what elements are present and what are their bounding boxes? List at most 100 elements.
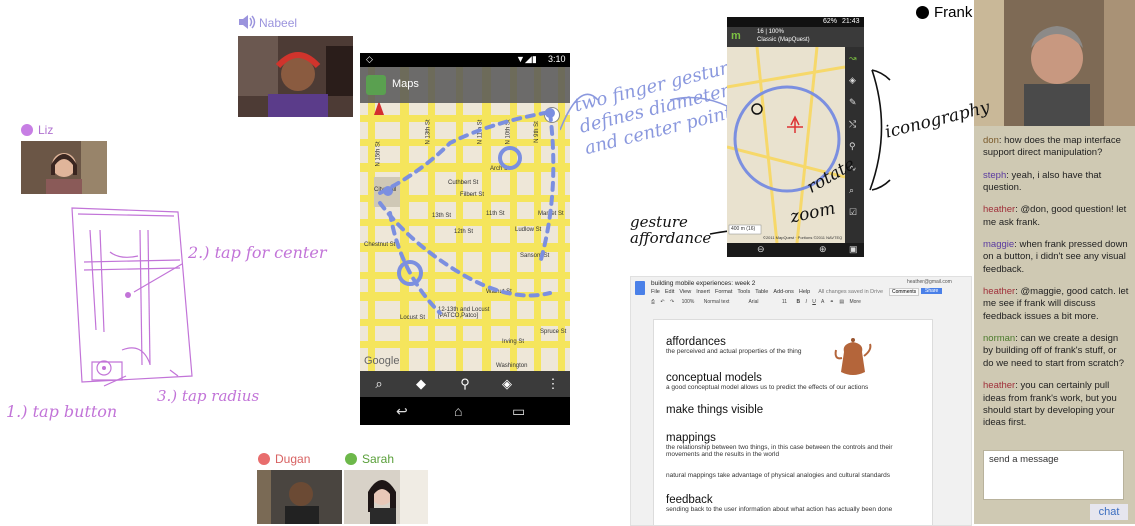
menu-file[interactable]: File [651,289,660,295]
style-select[interactable]: Normal text [704,299,730,305]
doc-page[interactable]: affordances the perceived and actual pro… [653,319,933,525]
sketch-tap-radius: 3.) tap radius [157,387,260,405]
font-select[interactable]: Arial [748,299,758,305]
sarah-status-dot [345,453,357,465]
section-feedback: feedback sending back to the user inform… [666,494,920,513]
comment-icon[interactable]: ▤ [839,299,844,305]
sketch-tap-button: 1.) tap button [6,402,118,421]
section-heading: affordances [666,336,726,348]
print-icon[interactable]: ⎙ [651,299,655,305]
directions-icon[interactable]: ◆ [412,375,430,393]
video-liz[interactable] [21,141,107,194]
route-icon[interactable]: ↝ [849,53,857,64]
home-icon[interactable]: ⌂ [454,403,462,419]
overflow-menu-icon[interactable]: ⋮ [544,375,562,393]
lock-icon[interactable]: ▣ [849,244,858,255]
video-nabeel[interactable] [238,36,353,117]
pencil-icon[interactable]: ✎ [849,97,857,108]
section-body: sending back to the user information abo… [666,506,893,513]
mapquest-status-bar: 62% 21:43 [727,17,864,27]
layers-icon[interactable]: ◈ [498,375,516,393]
chat-send-button[interactable]: chat [1090,504,1128,520]
menu-insert[interactable]: Insert [696,289,710,295]
section-heading: mappings [666,432,716,444]
chat-message: heather: @maggie, good catch. let me see… [983,286,1129,322]
save-status: All changes saved in Drive [818,289,883,295]
place-icon[interactable]: ⚲ [456,375,474,393]
video-frank[interactable] [974,0,1135,126]
speaker-icon [238,15,256,29]
section-natural-mappings: natural mappings take advantage of physi… [666,472,920,479]
section-heading: feedback [666,494,713,506]
back-icon[interactable]: ↩ [396,403,408,420]
section-heading: conceptual models [666,372,762,384]
mapquest-logo: m [731,30,741,42]
poi-icon[interactable]: ⚲ [849,141,856,152]
maps-bottom-toolbar: ⌕ ◆ ⚲ ◈ ⋮ [360,371,570,397]
doc-toolbar: ⎙ ↶ ↷ 100% Normal text Arial 11 B I U A … [651,299,961,309]
menu-format[interactable]: Format [715,289,732,295]
dugan-status-dot [258,453,270,465]
share-button[interactable]: Share [921,288,943,294]
checkbox-icon[interactable]: ☑ [849,207,857,218]
search-icon[interactable]: ⌕ [849,185,854,196]
chat-username: maggie [983,239,1015,251]
size-select[interactable]: 11 [782,299,787,305]
section-heading: make things visible [666,404,764,416]
sketch-tap-center: 2.) tap for center [188,243,327,262]
bold-icon[interactable]: B [796,299,800,305]
doc-title[interactable]: building mobile experiences: week 2 [651,280,755,287]
layers-icon[interactable]: ◈ [849,75,856,86]
more-button[interactable]: More [849,299,860,305]
chat-username: don [983,135,999,146]
share-icon[interactable]: ⤭ [849,119,856,130]
chat-panel: don: how does the map interface support … [974,126,1135,524]
zoom-select[interactable]: 100% [682,299,695,305]
mapquest-copyright: ©2011 MapQuest · Portions ©2011 NAVTEQ [763,235,843,240]
section-body: a good conceptual model allows us to pre… [666,384,869,391]
mapquest-title-bar: m 16 | 100% Classic (MapQuest) [727,27,864,47]
mapquest-time: 21:43 [842,18,860,25]
android-nav-bar: ↩ ⌂ ▭ [360,397,570,425]
section-make-things-visible: make things visible [666,404,916,416]
menu-tools[interactable]: Tools [737,289,750,295]
italic-icon[interactable]: I [805,299,806,305]
zoom-in-icon[interactable]: ⊕ [819,244,827,255]
menu-table[interactable]: Table [755,289,768,295]
participant-label-dugan: Dugan [258,452,310,466]
section-body: the perceived and actual properties of t… [666,348,802,355]
gesture-trace [378,108,556,315]
doc-menu-bar: File Edit View Insert Format Tools Table Add-on… [651,289,883,295]
menu-help[interactable]: Help [799,289,810,295]
mapquest-zoom-label: 16 | 100% [757,29,784,35]
menu-edit[interactable]: Edit [665,289,674,295]
frank-status-dot [916,6,929,19]
phone-google-maps: ◇ ▼◢▮ 3:10 City Hall Cuthbert St Arch St… [360,53,570,425]
chat-username: heather [983,204,1016,216]
chat-username: norman [983,333,1016,345]
text-color-icon[interactable]: A [821,299,824,305]
link-icon[interactable]: ⚭ [830,299,834,305]
participant-name: Frank [934,4,973,21]
menu-addons[interactable]: Add-ons [773,289,794,295]
section-conceptual-models: conceptual models a good conceptual mode… [666,372,916,391]
chat-message: heather: @don, good question! let me ask… [983,204,1127,228]
google-doc-window: building mobile experiences: week 2 heat… [630,276,972,526]
underline-icon[interactable]: U [812,299,816,305]
menu-view[interactable]: View [679,289,691,295]
video-dugan[interactable] [257,470,342,524]
chat-message: maggie: when frank pressed down on a but… [983,239,1128,275]
chat-message-input[interactable]: send a message [983,450,1124,500]
video-sarah[interactable] [344,470,428,524]
participant-name: Dugan [275,452,311,466]
chat-username: heather [983,286,1016,298]
section-affordances: affordances the perceived and actual pro… [666,336,836,355]
recents-icon[interactable]: ▭ [512,403,525,420]
undo-icon[interactable]: ↶ [660,299,664,305]
comments-button[interactable]: Comments [889,288,920,296]
doc-user: heather@gmail.com [907,279,952,285]
redo-icon[interactable]: ↷ [670,299,674,305]
zoom-out-icon[interactable]: ⊖ [757,244,765,255]
search-icon[interactable]: ⌕ [370,375,388,393]
participant-name: Sarah [362,452,395,466]
